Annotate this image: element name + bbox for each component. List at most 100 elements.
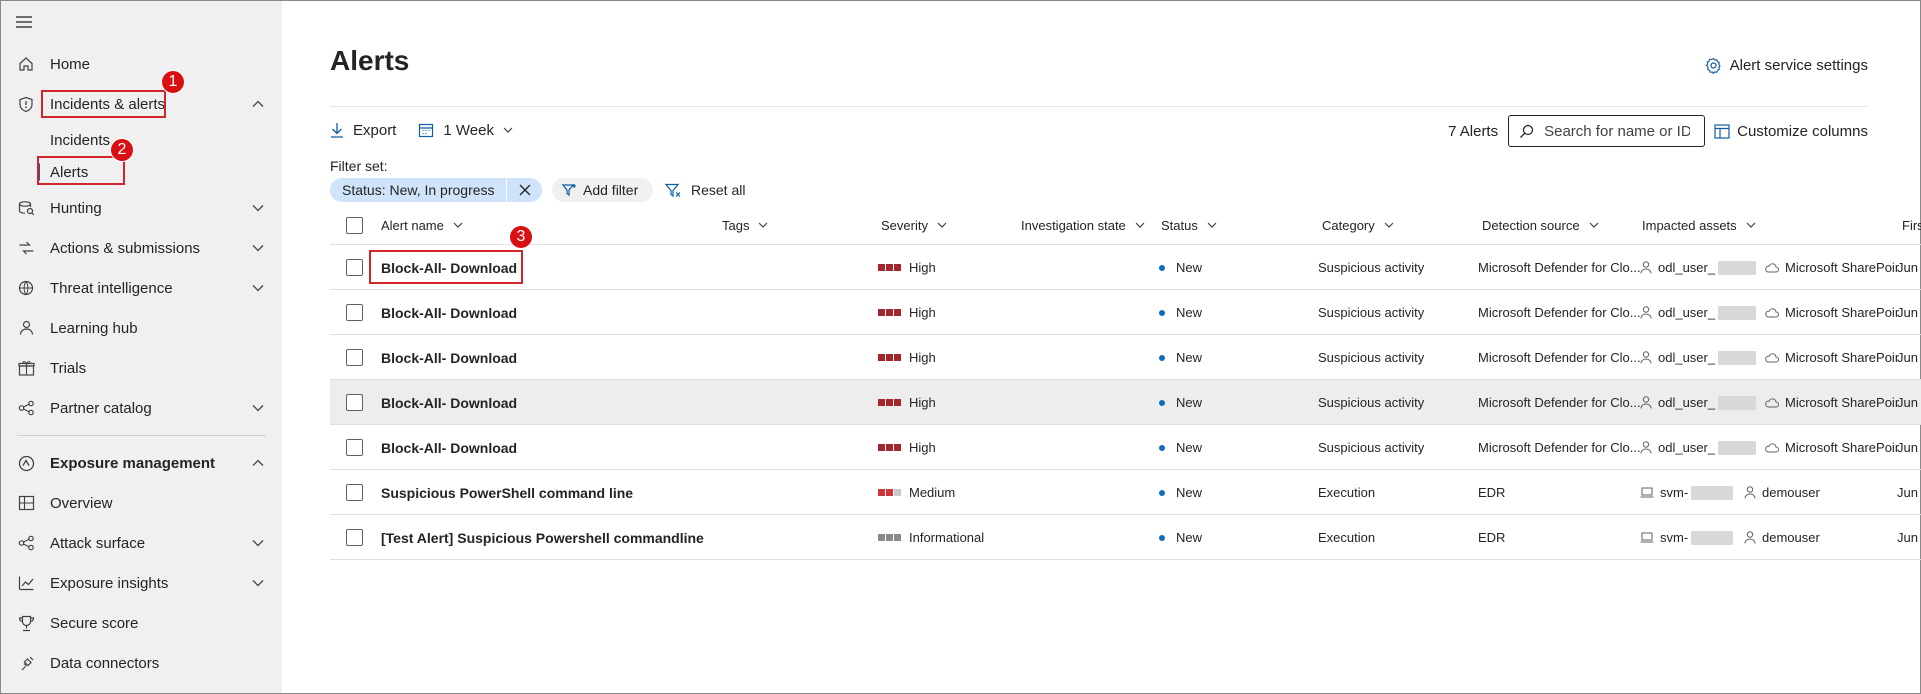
settings-label: Alert service settings <box>1729 57 1868 74</box>
sidebar-item-overview[interactable]: Overview <box>1 486 282 520</box>
column-label: Impacted assets <box>1642 217 1737 233</box>
impacted-user-cell[interactable]: odl_user_ <box>1640 245 1757 290</box>
impacted-app-cell[interactable]: Microsoft SharePoir <box>1764 380 1899 425</box>
column-header-status[interactable]: Status <box>1161 205 1218 245</box>
column-header-severity[interactable]: Severity <box>881 205 948 245</box>
search-input[interactable] <box>1542 121 1693 141</box>
table-row[interactable]: Block-All- Download High New Suspicious … <box>330 335 1921 380</box>
sidebar-section-exposure-management[interactable]: Exposure management <box>1 446 282 480</box>
impacted-app-cell[interactable]: Microsoft SharePoir <box>1764 425 1899 470</box>
date-range-dropdown[interactable]: 1 Week <box>418 122 514 139</box>
alert-name-link[interactable]: Block-All- Download <box>381 425 517 470</box>
status-cell: New <box>1159 470 1202 515</box>
hamburger-menu-icon[interactable] <box>15 15 35 33</box>
redacted-block <box>1718 350 1757 365</box>
chevron-down-icon <box>1207 222 1217 228</box>
impacted-device-cell[interactable]: svm- <box>1640 470 1734 515</box>
row-checkbox[interactable] <box>346 439 363 456</box>
redacted-block <box>1718 305 1757 320</box>
severity-cell: High <box>878 425 936 470</box>
sidebar-item-actions-submissions[interactable]: Actions & submissions <box>1 231 282 265</box>
sidebar-item-data-connectors[interactable]: Data connectors <box>1 646 282 680</box>
sidebar-item-hunting[interactable]: Hunting <box>1 191 282 225</box>
table-row[interactable]: [Test Alert] Suspicious Powershell comma… <box>330 515 1921 560</box>
sidebar-item-incidents[interactable]: Incidents <box>1 123 282 157</box>
row-checkbox[interactable] <box>346 349 363 366</box>
app-name: Microsoft SharePoir <box>1785 350 1900 365</box>
laptop-icon <box>1640 532 1654 543</box>
sidebar-item-label: Hunting <box>50 199 102 217</box>
column-header-first-activity[interactable]: Firs <box>1902 205 1921 245</box>
sidebar-item-secure-score[interactable]: Secure score <box>1 606 282 640</box>
filter-set-label: Filter set: <box>330 158 388 174</box>
alert-name-link[interactable]: Block-All- Download <box>381 380 517 425</box>
impacted-user-cell[interactable]: demouser <box>1744 515 1820 560</box>
first-activity-cell: Jun <box>1897 350 1918 365</box>
impacted-app-cell[interactable]: Microsoft SharePoir <box>1764 245 1899 290</box>
impacted-user-cell[interactable]: odl_user_ <box>1640 425 1757 470</box>
sidebar-item-threat-intelligence[interactable]: Threat intelligence <box>1 271 282 305</box>
impacted-user-cell[interactable]: odl_user_ <box>1640 335 1757 380</box>
partner-icon <box>16 398 36 418</box>
row-checkbox[interactable] <box>346 394 363 411</box>
column-header-alert-name[interactable]: Alert name <box>381 205 464 245</box>
sidebar-item-attack-surface[interactable]: Attack surface <box>1 526 282 560</box>
column-header-impacted-assets[interactable]: Impacted assets <box>1642 205 1757 245</box>
customize-columns-button[interactable]: Customize columns <box>1714 123 1868 140</box>
hunting-icon <box>16 198 36 218</box>
impacted-app-cell[interactable]: Microsoft SharePoir <box>1764 335 1899 380</box>
alert-name-link[interactable]: Block-All- Download <box>381 290 517 335</box>
impacted-device-cell[interactable]: svm- <box>1640 515 1734 560</box>
remove-filter-button[interactable] <box>506 178 542 202</box>
reset-all-button[interactable]: Reset all <box>665 178 745 202</box>
row-checkbox[interactable] <box>346 304 363 321</box>
row-checkbox[interactable] <box>346 259 363 276</box>
impacted-app-cell[interactable]: Microsoft SharePoir <box>1764 290 1899 335</box>
cloud-icon <box>1765 308 1779 318</box>
sidebar-item-home[interactable]: Home <box>1 47 282 81</box>
column-header-tags[interactable]: Tags <box>722 205 769 245</box>
column-label: Category <box>1322 217 1375 233</box>
sidebar-item-learning-hub[interactable]: Learning hub <box>1 311 282 345</box>
checkbox[interactable] <box>346 216 363 234</box>
add-filter-button[interactable]: Add filter <box>552 178 654 202</box>
severity-high-icon <box>878 264 902 271</box>
app-name: Microsoft SharePoir <box>1785 305 1900 320</box>
chevron-down-icon <box>1746 222 1756 228</box>
alert-name-link[interactable]: Block-All- Download <box>381 335 517 380</box>
first-activity-cell: Jun <box>1897 260 1918 275</box>
table-row[interactable]: Block-All- Download High New Suspicious … <box>330 290 1921 335</box>
severity-high-icon <box>878 354 902 361</box>
column-header-detection-source[interactable]: Detection source <box>1482 205 1600 245</box>
table-row[interactable]: Block-All- Download High New Suspicious … <box>330 380 1921 425</box>
sidebar-item-label: Attack surface <box>50 534 146 552</box>
impacted-user-cell[interactable]: demouser <box>1744 470 1820 515</box>
alert-name-link[interactable]: [Test Alert] Suspicious Powershell comma… <box>381 515 704 560</box>
date-range-label: 1 Week <box>443 121 494 139</box>
detection-source-cell: Microsoft Defender for Clo... <box>1478 350 1641 365</box>
sidebar-item-partner-catalog[interactable]: Partner catalog <box>1 391 282 425</box>
first-activity-cell: Jun <box>1897 395 1918 410</box>
alert-service-settings-link[interactable]: Alert service settings <box>1705 57 1868 74</box>
row-checkbox[interactable] <box>346 484 363 501</box>
select-all-checkbox[interactable] <box>346 205 363 245</box>
table-row[interactable]: Block-All- Download High New Suspicious … <box>330 245 1921 290</box>
search-box[interactable] <box>1508 115 1706 147</box>
row-checkbox[interactable] <box>346 529 363 546</box>
laptop-icon <box>1640 487 1654 498</box>
severity-info-icon <box>878 534 902 541</box>
user-icon <box>1640 351 1652 364</box>
impacted-user-cell[interactable]: odl_user_ <box>1640 380 1757 425</box>
alert-name-link[interactable]: Suspicious PowerShell command line <box>381 470 633 515</box>
column-header-investigation-state[interactable]: Investigation state <box>1021 205 1146 245</box>
table-row[interactable]: Block-All- Download High New Suspicious … <box>330 425 1921 470</box>
export-button[interactable]: Export <box>330 122 396 139</box>
severity-cell: Medium <box>878 470 955 515</box>
impacted-user-cell[interactable]: odl_user_ <box>1640 290 1757 335</box>
table-row[interactable]: Suspicious PowerShell command line Mediu… <box>330 470 1921 515</box>
status-filter-pill[interactable]: Status: New, In progress <box>330 178 507 202</box>
chevron-down-icon <box>252 205 264 212</box>
sidebar-item-exposure-insights[interactable]: Exposure insights <box>1 566 282 600</box>
column-header-category[interactable]: Category <box>1322 205 1395 245</box>
sidebar-item-trials[interactable]: Trials <box>1 351 282 385</box>
